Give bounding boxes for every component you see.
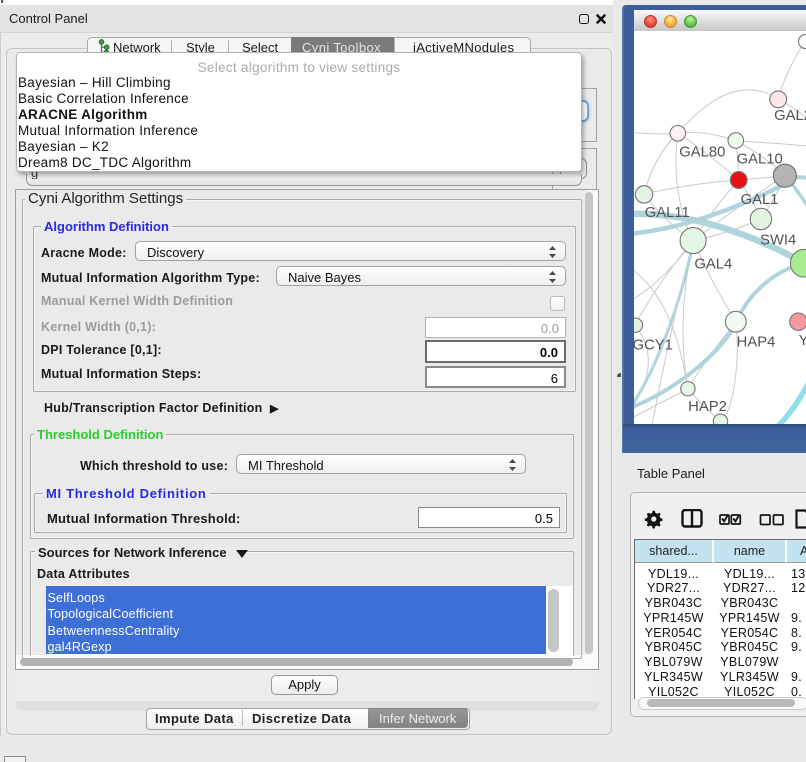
svg-text:HAP4: HAP4 (737, 334, 776, 350)
svg-text:GAL2: GAL2 (774, 108, 806, 124)
svg-text:HAP2: HAP2 (688, 399, 727, 415)
svg-text:Y: Y (799, 333, 806, 349)
svg-text:GCY1: GCY1 (634, 338, 673, 354)
svg-text:SWI4: SWI4 (760, 232, 796, 248)
svg-text:GAL11: GAL11 (645, 205, 690, 221)
svg-text:GAL1: GAL1 (741, 192, 779, 208)
svg-text:GAL4: GAL4 (694, 256, 732, 272)
svg-text:GAL80: GAL80 (679, 144, 725, 160)
svg-text:GAL10: GAL10 (737, 152, 783, 168)
